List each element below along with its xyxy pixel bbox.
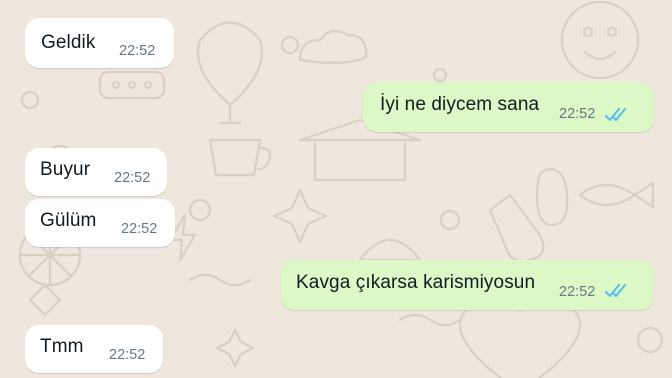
outgoing-message-bubble[interactable]: Kavga çıkarsa karismiyosun 22:52: [281, 260, 654, 310]
incoming-message-bubble[interactable]: Buyur 22:52: [25, 148, 167, 196]
incoming-message-bubble[interactable]: Gülüm 22:52: [25, 199, 175, 247]
message-text: Kavga çıkarsa karismiyosun: [296, 272, 536, 293]
message-timestamp: 22:52: [121, 221, 158, 237]
double-check-read-icon: [605, 284, 626, 297]
incoming-message-bubble[interactable]: Geldik 22:52: [25, 18, 174, 68]
message-text: Buyur: [40, 159, 91, 180]
message-text: İyi ne diycem sana: [380, 94, 540, 115]
outgoing-message-bubble[interactable]: İyi ne diycem sana 22:52: [363, 82, 654, 132]
message-timestamp: 22:52: [109, 347, 146, 363]
message-timestamp: 22:52: [114, 170, 151, 186]
message-text: Geldik: [41, 32, 96, 53]
incoming-message-bubble[interactable]: Tmm 22:52: [25, 325, 163, 373]
message-text: Gülüm: [40, 210, 97, 231]
message-timestamp: 22:52: [119, 43, 156, 59]
double-check-read-icon: [605, 108, 626, 121]
message-timestamp: 22:52: [559, 284, 596, 300]
message-text: Tmm: [40, 336, 84, 357]
message-timestamp: 22:52: [559, 106, 596, 122]
